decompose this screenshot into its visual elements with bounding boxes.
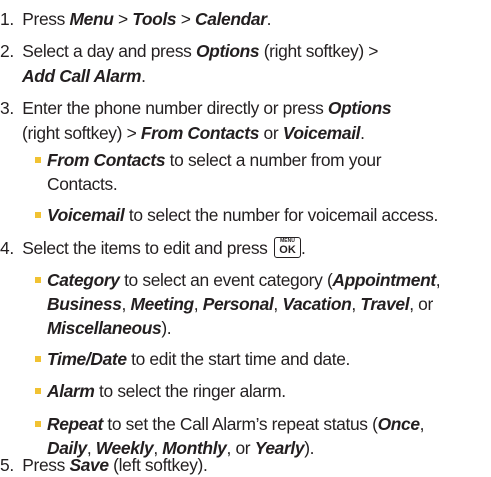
step-1: 1. Press Menu > Tools > Calendar. <box>0 9 272 29</box>
square-bullet-icon <box>35 421 41 427</box>
square-bullet-icon <box>35 356 41 362</box>
bullet-time-date: Time/Date to edit the start time and dat… <box>47 349 351 369</box>
step-number: 2. <box>0 41 14 61</box>
bullet-repeat: Repeat to set the Call Alarm’s repeat st… <box>47 414 425 434</box>
step-3: 3. Enter the phone number directly or pr… <box>0 98 392 118</box>
bullet-alarm: Alarm to select the ringer alarm. <box>47 381 286 401</box>
step-number: 4. <box>0 238 14 258</box>
step-2: 2. Select a day and press Options (right… <box>0 41 379 61</box>
bullet-category-continued-2: Miscellaneous). <box>47 318 172 338</box>
step-2-continued: Add Call Alarm. <box>22 66 146 86</box>
bullet-voicemail: Voicemail to select the number for voice… <box>47 205 438 225</box>
step-number: 5. <box>0 455 14 475</box>
step-5: 5. Press Save (left softkey). <box>0 455 208 475</box>
bullet-category: Category to select an event category (Ap… <box>47 270 441 290</box>
step-number: 1. <box>0 9 14 29</box>
menu-ok-key-icon: MENU OK <box>274 237 302 258</box>
square-bullet-icon <box>35 388 41 394</box>
bullet-category-continued: Business, Meeting, Personal, Vacation, T… <box>47 294 433 314</box>
step-4: 4. Select the items to edit and press ME… <box>0 237 306 258</box>
square-bullet-icon <box>35 277 41 283</box>
square-bullet-icon <box>35 157 41 163</box>
bullet-from-contacts-continued: Contacts. <box>47 174 118 194</box>
square-bullet-icon <box>35 212 41 218</box>
step-3-continued: (right softkey) > From Contacts or Voice… <box>22 123 365 143</box>
bullet-from-contacts: From Contacts to select a number from yo… <box>47 150 382 170</box>
step-number: 3. <box>0 98 14 118</box>
